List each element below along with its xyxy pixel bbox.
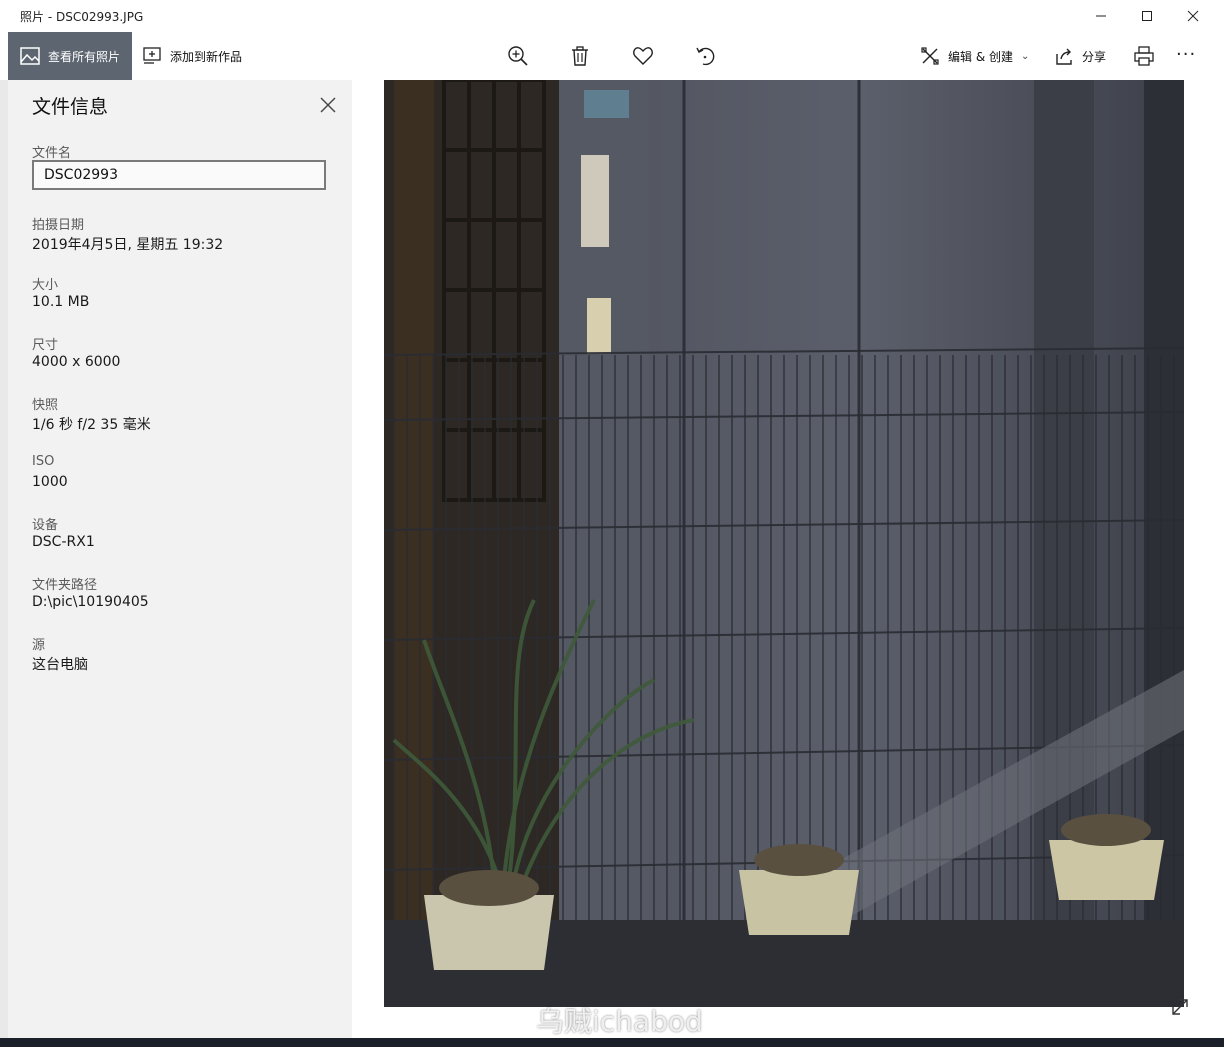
file-info-panel: 文件信息 文件名 DSC02993 拍摄日期 2019年4月5日, 星期五 19… [8,80,352,1038]
window-title: 照片 - DSC02993.JPG [20,10,144,24]
heart-icon [633,47,653,65]
filename-label: 文件名 [32,146,72,161]
folder-value: D:\pic\10190405 [32,594,149,610]
view-all-label: 查看所有照片 [48,49,121,64]
weibo-logo-icon [489,1009,525,1035]
zoom-button[interactable] [502,40,534,72]
source-value: 这台电脑 [32,657,88,673]
add-creation-icon [143,47,161,64]
window-edge [0,32,8,1038]
panel-title: 文件信息 [32,96,109,118]
share-icon [1056,48,1072,65]
chevron-down-icon: ⌄ [1021,50,1030,62]
edit-create-icon [921,47,939,65]
delete-button[interactable] [564,40,596,72]
title-bar: 照片 - DSC02993.JPG [0,0,1224,33]
dimensions-label: 尺寸 [32,338,59,353]
add-creation-label: 添加到新作品 [170,49,243,64]
print-button[interactable] [1128,40,1160,72]
edit-create-label: 编辑 & 创建 [948,49,1013,64]
size-label: 大小 [32,278,59,293]
toolbar: 查看所有照片 添加到新作品 编辑 & 创建 ⌄ 分享 ··· [0,32,1224,80]
fullscreen-expand-icon[interactable] [1170,997,1190,1017]
print-icon [1134,46,1154,66]
taskbar-edge [0,1038,1224,1047]
minimize-icon [1096,15,1106,17]
rotate-button[interactable] [689,40,721,72]
photo-icon [20,47,40,65]
share-button[interactable]: 分享 [1054,32,1106,80]
close-panel-icon[interactable] [318,95,338,115]
maximize-button[interactable] [1124,0,1170,32]
iso-value: 1000 [32,474,68,490]
delete-icon [572,46,588,66]
share-label: 分享 [1082,49,1107,64]
device-label: 设备 [32,518,59,533]
filename-input[interactable]: DSC02993 [32,160,326,190]
zoom-in-icon [508,46,528,66]
edit-create-button[interactable]: 编辑 & 创建 ⌄ [920,32,1029,80]
shutter-label: 快照 [32,398,59,413]
favorite-button[interactable] [627,40,659,72]
shutter-value: 1/6 秒 f/2 35 毫米 [32,417,151,433]
rotate-icon [696,47,715,66]
watermark: 乌贼ichabod [488,1000,703,1040]
maximize-icon [1142,11,1152,21]
size-value: 10.1 MB [32,294,90,310]
device-value: DSC-RX1 [32,534,95,550]
watermark-text: 乌贼ichabod [536,1005,703,1038]
date-label: 拍摄日期 [32,218,85,233]
date-value: 2019年4月5日, 星期五 19:32 [32,237,224,253]
photo-content [384,80,1184,1007]
more-icon[interactable]: ··· [1176,44,1196,65]
photo-viewer-image[interactable] [384,80,1184,1007]
source-label: 源 [32,638,46,653]
close-window-button[interactable] [1170,0,1216,32]
close-icon [1187,10,1199,22]
add-to-creation-button[interactable]: 添加到新作品 [142,32,242,80]
iso-label: ISO [32,454,55,469]
dimensions-value: 4000 x 6000 [32,354,121,370]
folder-label: 文件夹路径 [32,578,98,593]
view-all-photos-button[interactable]: 查看所有照片 [8,32,132,80]
minimize-button[interactable] [1078,0,1124,32]
